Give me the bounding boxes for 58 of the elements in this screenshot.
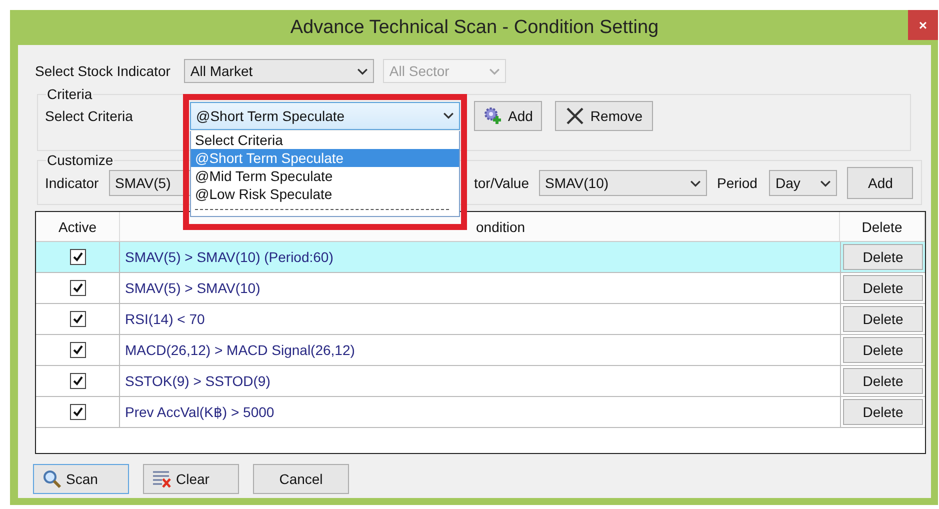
checkbox[interactable] xyxy=(70,311,86,327)
group-label: Criteria xyxy=(46,87,94,101)
chevron-down-icon xyxy=(820,180,832,186)
condition-cell: RSI(14) < 70 xyxy=(120,304,841,334)
column-header: Active xyxy=(36,212,120,241)
table-row[interactable]: MACD(26,12) > MACD Signal(26,12) Delete xyxy=(36,335,925,366)
delete-button[interactable]: Delete xyxy=(843,244,923,270)
indicator-label: Indicator xyxy=(45,175,100,191)
dropdown-option[interactable]: @Mid Term Speculate xyxy=(191,166,459,184)
dropdown-option[interactable]: Select Criteria xyxy=(191,130,459,148)
chevron-down-icon xyxy=(690,180,701,186)
magnifier-icon xyxy=(42,469,62,489)
group-label: Customize xyxy=(46,153,114,167)
gear-plus-icon xyxy=(483,106,504,126)
cancel-button[interactable]: Cancel xyxy=(253,464,349,494)
delete-button[interactable]: Delete xyxy=(843,337,923,363)
remove-button[interactable]: Remove xyxy=(555,101,653,131)
table-row[interactable]: RSI(14) < 70 Delete xyxy=(36,304,925,335)
condition-cell: SMAV(5) > SMAV(10) (Period:60) xyxy=(120,242,841,272)
period-label: Period xyxy=(717,175,758,191)
criteria-label: Select Criteria xyxy=(45,108,134,124)
condition-cell: SMAV(5) > SMAV(10) xyxy=(120,273,841,303)
scan-button[interactable]: Scan xyxy=(33,464,129,494)
clear-button[interactable]: Clear xyxy=(143,464,239,494)
checkbox[interactable] xyxy=(70,373,86,389)
table-row[interactable]: SSTOK(9) > SSTOD(9) Delete xyxy=(36,366,925,397)
criteria-dropdown[interactable]: @Short Term Speculate xyxy=(190,102,460,130)
checkbox[interactable] xyxy=(70,249,86,265)
compare-dropdown[interactable]: SMAV(10) xyxy=(539,170,707,196)
stock-indicator-label: Select Stock Indicator xyxy=(35,63,170,79)
chevron-down-icon xyxy=(489,68,500,74)
chevron-down-icon xyxy=(443,112,454,119)
delete-button[interactable]: Delete xyxy=(843,399,923,425)
delete-button[interactable]: Delete xyxy=(843,275,923,301)
delete-button[interactable]: Delete xyxy=(843,368,923,394)
table-row[interactable]: SMAV(5) > SMAV(10) (Period:60) Delete xyxy=(36,242,925,273)
dropdown-option[interactable]: @Low Risk Speculate xyxy=(191,184,459,202)
condition-cell: Prev AccVal(K฿) > 5000 xyxy=(120,397,841,427)
close-icon xyxy=(565,106,586,126)
window-title: Advance Technical Scan - Condition Setting xyxy=(290,16,659,38)
checkbox[interactable] xyxy=(70,404,86,420)
table-row[interactable]: SMAV(5) > SMAV(10) Delete xyxy=(36,273,925,304)
column-header: Delete xyxy=(840,212,925,241)
compare-label: tor/Value xyxy=(474,175,529,191)
indicator-dropdown[interactable]: SMAV(5) xyxy=(109,170,191,196)
delete-button[interactable]: Delete xyxy=(843,306,923,332)
market-dropdown[interactable]: All Market xyxy=(184,59,374,83)
chevron-down-icon xyxy=(357,68,368,74)
list-cross-icon xyxy=(152,469,172,489)
add-button[interactable]: Add xyxy=(474,101,542,131)
checkbox[interactable] xyxy=(70,342,86,358)
table-row[interactable]: Prev AccVal(K฿) > 5000 Delete xyxy=(36,397,925,428)
period-dropdown[interactable]: Day xyxy=(769,170,838,196)
condition-cell: MACD(26,12) > MACD Signal(26,12) xyxy=(120,335,841,365)
checkbox[interactable] xyxy=(70,280,86,296)
condition-cell: SSTOK(9) > SSTOD(9) xyxy=(120,366,841,396)
add-button[interactable]: Add xyxy=(847,167,914,199)
close-button[interactable]: × xyxy=(908,10,938,40)
